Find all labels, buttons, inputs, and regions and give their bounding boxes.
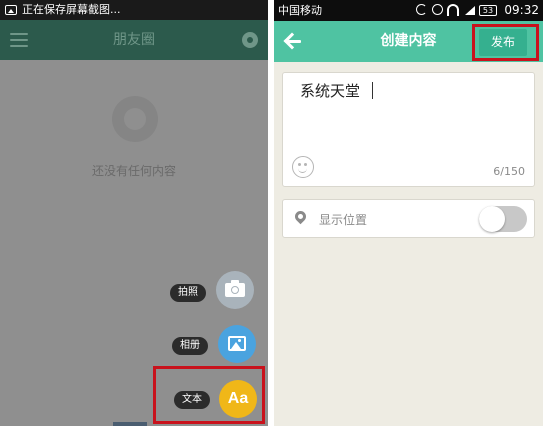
location-label: 显示位置 (319, 213, 368, 227)
page-title: 朋友圈 (113, 32, 155, 48)
camera-button[interactable] (216, 271, 254, 309)
battery-icon: 53 (479, 5, 497, 16)
content-text: 系统天堂 (300, 82, 361, 100)
status-bar: 中国移动 53 09:32 (274, 0, 543, 21)
empty-state-text: 还没有任何内容 (91, 164, 176, 178)
emoji-icon[interactable] (292, 156, 314, 178)
text-cursor (372, 82, 374, 99)
camera-label: 拍照 (170, 284, 206, 302)
left-screen: 正在保存屏幕截图... 朋友圈 还没有任何内容 拍照 相册 文本 Aa (0, 0, 268, 426)
carrier-text: 中国移动 (278, 4, 322, 17)
toggle-knob[interactable] (479, 206, 505, 232)
camera-icon (225, 280, 245, 297)
highlight-box (153, 366, 265, 424)
right-screen: 中国移动 53 09:32 创建内容 发布 系统天堂 6/150 显示位置 (274, 0, 543, 426)
gallery-icon (228, 336, 246, 351)
location-toggle[interactable] (479, 206, 527, 232)
hidden-element (113, 422, 147, 426)
screenshot-icon (5, 5, 17, 15)
highlight-box (472, 24, 539, 61)
char-counter: 6/150 (493, 165, 525, 178)
content-text-line: 系统天堂 (300, 80, 374, 101)
status-text: 正在保存屏幕截图... (22, 3, 121, 16)
gallery-label: 相册 (172, 337, 208, 355)
content-input[interactable]: 系统天堂 6/150 (282, 72, 535, 187)
signal-icon (465, 6, 475, 15)
location-row[interactable]: 显示位置 (282, 199, 535, 238)
sync-icon (416, 4, 427, 15)
status-bar: 正在保存屏幕截图... (0, 0, 268, 20)
clock: 09:32 (504, 3, 539, 17)
wifi-icon (447, 4, 459, 16)
gallery-button[interactable] (218, 325, 256, 363)
empty-state-icon (112, 96, 158, 142)
app-bar: 朋友圈 (0, 20, 268, 60)
location-pin-icon (292, 208, 309, 225)
alarm-icon (432, 4, 443, 15)
chat-icon[interactable] (242, 32, 258, 48)
